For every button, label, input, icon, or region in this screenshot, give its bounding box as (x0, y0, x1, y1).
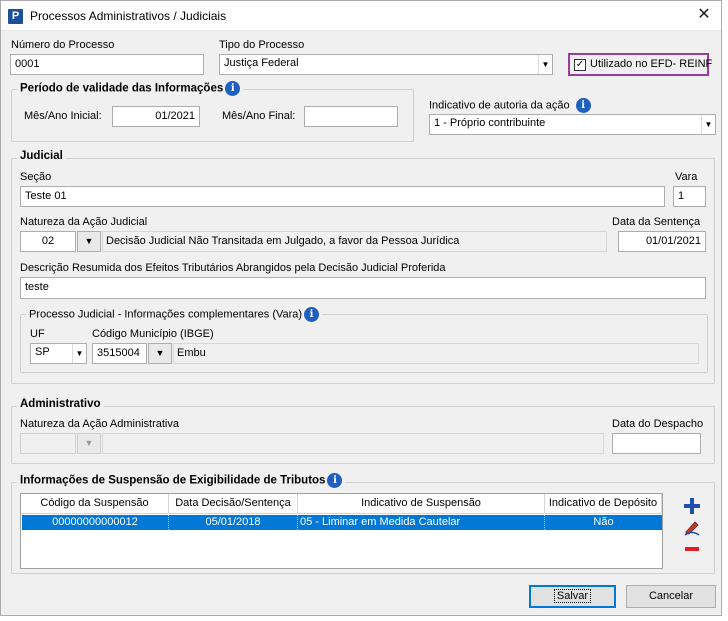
tipo-processo-select[interactable]: Justiça Federal ▼ (219, 54, 553, 75)
column-header-deposito[interactable]: Indicativo de Depósito (545, 494, 662, 514)
natureza-administrativa-code-input[interactable] (20, 433, 76, 454)
autoria-label: Indicativo de autoria da ação i (429, 98, 591, 113)
add-row-button[interactable] (683, 497, 701, 515)
table-row[interactable]: 00000000000012 05/01/2018 05 - Liminar e… (22, 515, 662, 530)
suspensao-table[interactable]: Código da Suspensão Data Decisão/Sentenç… (20, 493, 663, 569)
municipio-dropdown-button[interactable]: ▼ (148, 343, 172, 364)
vara-label: Vara (675, 171, 698, 183)
cell-data: 05/01/2018 (169, 515, 298, 530)
uf-value: SP (35, 346, 50, 358)
cell-indicativo: 05 - Liminar em Medida Cautelar (298, 515, 545, 530)
tipo-processo-value: Justiça Federal (224, 57, 299, 69)
natureza-judicial-dropdown-button[interactable]: ▼ (77, 231, 101, 252)
secao-input[interactable]: Teste 01 (20, 186, 665, 207)
complementares-title-text: Processo Judicial - Informações compleme… (29, 308, 303, 321)
data-sentenca-label: Data da Sentença (612, 216, 701, 228)
table-header: Código da Suspensão Data Decisão/Sentenç… (21, 494, 662, 514)
numero-processo-input[interactable]: 0001 (10, 54, 204, 75)
descricao-input[interactable]: teste (20, 277, 706, 299)
edit-row-button[interactable] (683, 518, 701, 536)
pencil-icon (684, 521, 700, 536)
municipio-name: Embu (173, 343, 699, 364)
mes-ano-inicial-label: Mês/Ano Inicial: (24, 110, 102, 122)
suspensao-group-title: Informações de Suspensão de Exigibilidad… (17, 473, 346, 488)
cancelar-button[interactable]: Cancelar (626, 585, 716, 608)
data-despacho-input[interactable] (612, 433, 701, 454)
mes-ano-final-input[interactable] (304, 106, 398, 127)
uf-label: UF (30, 328, 45, 340)
mes-ano-inicial-input[interactable]: 01/2021 (112, 106, 200, 127)
salvar-button-label: Salvar (553, 589, 592, 603)
dialog-window: P Processos Administrativos / Judiciais … (0, 0, 722, 616)
data-sentenca-input[interactable]: 01/01/2021 (618, 231, 706, 252)
complementares-group-title: Processo Judicial - Informações compleme… (26, 307, 323, 322)
natureza-administrativa-description (102, 433, 604, 454)
column-header-data[interactable]: Data Decisão/Sentença (169, 494, 298, 514)
numero-processo-label: Número do Processo (11, 39, 115, 51)
minus-icon (685, 547, 699, 551)
suspensao-title-text: Informações de Suspensão de Exigibilidad… (20, 474, 326, 487)
info-icon[interactable]: i (575, 98, 591, 113)
judicial-group-title: Judicial (17, 150, 66, 162)
window-title: Processos Administrativos / Judiciais (30, 9, 227, 23)
data-despacho-label: Data do Despacho (612, 418, 704, 430)
chevron-down-icon: ▼ (72, 344, 86, 363)
natureza-judicial-description: Decisão Judicial Não Transitada em Julga… (102, 231, 607, 252)
remove-row-button[interactable] (683, 540, 701, 558)
mes-ano-final-label: Mês/Ano Final: (222, 110, 296, 122)
cell-deposito: Não (593, 516, 614, 528)
salvar-button[interactable]: Salvar (529, 585, 616, 608)
app-logo-icon: P (8, 9, 23, 24)
chevron-down-icon: ▼ (538, 55, 552, 74)
utilizado-efd-reinf-checkbox[interactable]: ✓ Utilizado no EFD- REINF (568, 53, 713, 76)
periodo-title-text: Período de validade das Informações (20, 82, 224, 95)
autoria-label-text: Indicativo de autoria da ação (429, 99, 570, 112)
municipio-label: Código Município (IBGE) (92, 328, 214, 340)
secao-label: Seção (20, 171, 52, 183)
close-button[interactable]: ✕ (695, 6, 713, 24)
natureza-administrativa-label: Natureza da Ação Administrativa (20, 418, 179, 430)
vara-input[interactable]: 1 (673, 186, 706, 207)
descricao-label: Descrição Resumida dos Efeitos Tributári… (20, 262, 446, 274)
natureza-judicial-code-input[interactable]: 02 (20, 231, 76, 252)
natureza-administrativa-dropdown-button[interactable]: ▼ (77, 433, 101, 454)
utilizado-efd-reinf-label: Utilizado no EFD- REINF (590, 58, 713, 70)
tipo-processo-label: Tipo do Processo (219, 39, 305, 51)
title-bar: P Processos Administrativos / Judiciais … (1, 1, 721, 31)
info-icon[interactable]: i (327, 473, 343, 488)
checkmark-icon: ✓ (574, 59, 586, 71)
info-icon[interactable]: i (304, 307, 320, 322)
natureza-judicial-label: Natureza da Ação Judicial (20, 216, 148, 228)
cell-codigo: 00000000000012 (22, 515, 169, 530)
municipio-code-input[interactable]: 3515004 (92, 343, 147, 364)
chevron-down-icon: ▼ (701, 115, 715, 134)
info-icon[interactable]: i (225, 81, 241, 96)
column-header-indicativo[interactable]: Indicativo de Suspensão (298, 494, 545, 514)
column-header-codigo[interactable]: Código da Suspensão (21, 494, 169, 514)
autoria-value: 1 - Próprio contribuinte (434, 117, 546, 129)
plus-icon (684, 498, 700, 514)
periodo-group-title: Período de validade das Informações i (17, 81, 244, 96)
autoria-select[interactable]: 1 - Próprio contribuinte ▼ (429, 114, 716, 135)
uf-select[interactable]: SP ▼ (30, 343, 87, 364)
administrativo-group-title: Administrativo (17, 398, 104, 410)
